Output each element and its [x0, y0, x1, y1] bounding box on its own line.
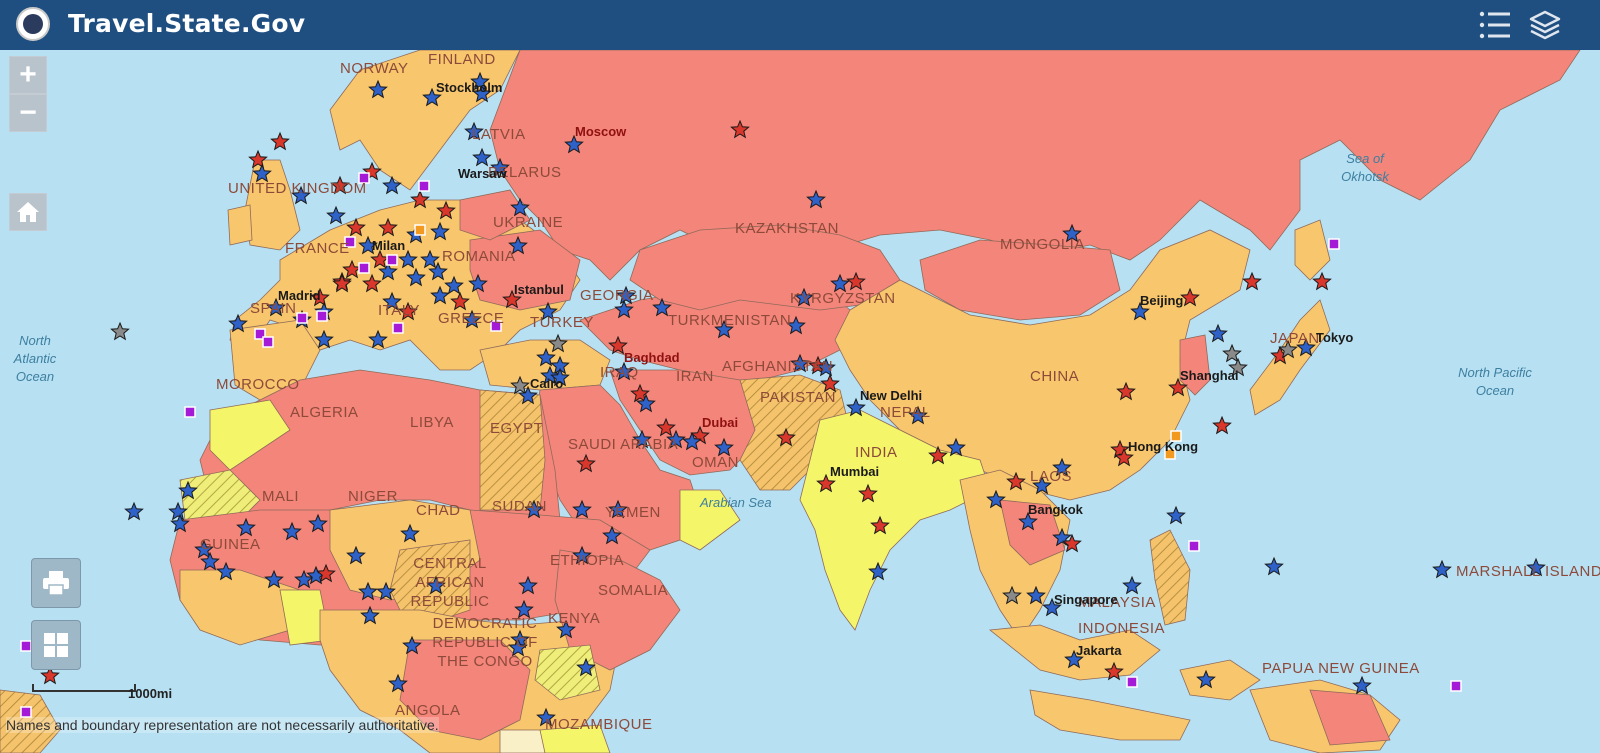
embassy-star-marker[interactable]	[326, 205, 346, 225]
consulate-square-marker[interactable]	[316, 310, 328, 322]
consulate-square-marker[interactable]	[20, 640, 32, 652]
layers-icon	[1529, 10, 1561, 40]
consulate-square-marker[interactable]	[1126, 676, 1138, 688]
home-button[interactable]	[9, 193, 47, 231]
map-canvas[interactable]	[0, 50, 1600, 753]
scale-bar	[32, 684, 136, 692]
consulate-square-marker[interactable]	[20, 706, 32, 718]
embassy-star-marker[interactable]	[1242, 271, 1262, 291]
consulate-square-marker[interactable]	[262, 336, 274, 348]
travel-advisory-map[interactable]: NORWAY FINLAND LATVIA BELARUS UNITED KIN…	[0, 50, 1600, 753]
embassy-star-marker[interactable]	[1212, 415, 1232, 435]
consulate-square-marker[interactable]	[1450, 680, 1462, 692]
consulate-square-marker[interactable]	[418, 180, 430, 192]
consulate-square-marker[interactable]	[296, 312, 308, 324]
grid-icon	[44, 633, 68, 657]
embassy-star-marker[interactable]	[472, 147, 492, 167]
alert-square-marker[interactable]	[1164, 448, 1176, 460]
embassy-star-marker[interactable]	[1166, 505, 1186, 525]
embassy-star-marker[interactable]	[1312, 271, 1332, 291]
app-title[interactable]: Travel.State.Gov	[68, 9, 305, 38]
state-department-seal-logo[interactable]	[16, 7, 50, 41]
list-icon	[1479, 11, 1510, 39]
embassy-star-marker[interactable]	[1228, 357, 1248, 377]
basemap-gallery-button[interactable]	[31, 620, 81, 670]
embassy-star-marker[interactable]	[1432, 559, 1452, 579]
consulate-square-marker[interactable]	[1328, 238, 1340, 250]
scale-label: 1000mi	[128, 686, 173, 701]
embassy-star-marker[interactable]	[270, 131, 290, 151]
embassy-star-marker[interactable]	[1526, 557, 1546, 577]
embassy-star-marker[interactable]	[124, 501, 144, 521]
print-button[interactable]	[31, 558, 81, 608]
map-disclaimer: Names and boundary representation are no…	[6, 717, 439, 733]
embassy-star-marker[interactable]	[464, 121, 484, 141]
embassy-star-marker[interactable]	[1208, 323, 1228, 343]
consulate-square-marker[interactable]	[344, 236, 356, 248]
embassy-star-marker[interactable]	[330, 175, 350, 195]
consulate-square-marker[interactable]	[184, 406, 196, 418]
consulate-square-marker[interactable]	[386, 254, 398, 266]
consulate-square-marker[interactable]	[1188, 540, 1200, 552]
home-icon	[17, 202, 39, 222]
printer-icon	[43, 571, 69, 596]
zoom-in-button[interactable]: +	[9, 56, 47, 94]
embassy-star-marker[interactable]	[1264, 556, 1284, 576]
layers-button[interactable]	[1522, 0, 1568, 50]
alert-square-marker[interactable]	[1170, 430, 1182, 442]
consulate-square-marker[interactable]	[358, 172, 370, 184]
embassy-star-marker[interactable]	[1042, 597, 1062, 617]
embassy-star-marker[interactable]	[291, 185, 311, 205]
alert-square-marker[interactable]	[414, 224, 426, 236]
embassy-star-marker[interactable]	[110, 321, 130, 341]
embassy-star-marker[interactable]	[1122, 575, 1142, 595]
legend-list-button[interactable]	[1472, 0, 1518, 50]
embassy-star-marker[interactable]	[616, 285, 636, 305]
consulate-square-marker[interactable]	[392, 322, 404, 334]
consulate-square-marker[interactable]	[358, 262, 370, 274]
consulate-square-marker[interactable]	[490, 320, 502, 332]
zoom-out-button[interactable]: −	[9, 94, 47, 132]
app-header: Travel.State.Gov	[0, 0, 1600, 50]
